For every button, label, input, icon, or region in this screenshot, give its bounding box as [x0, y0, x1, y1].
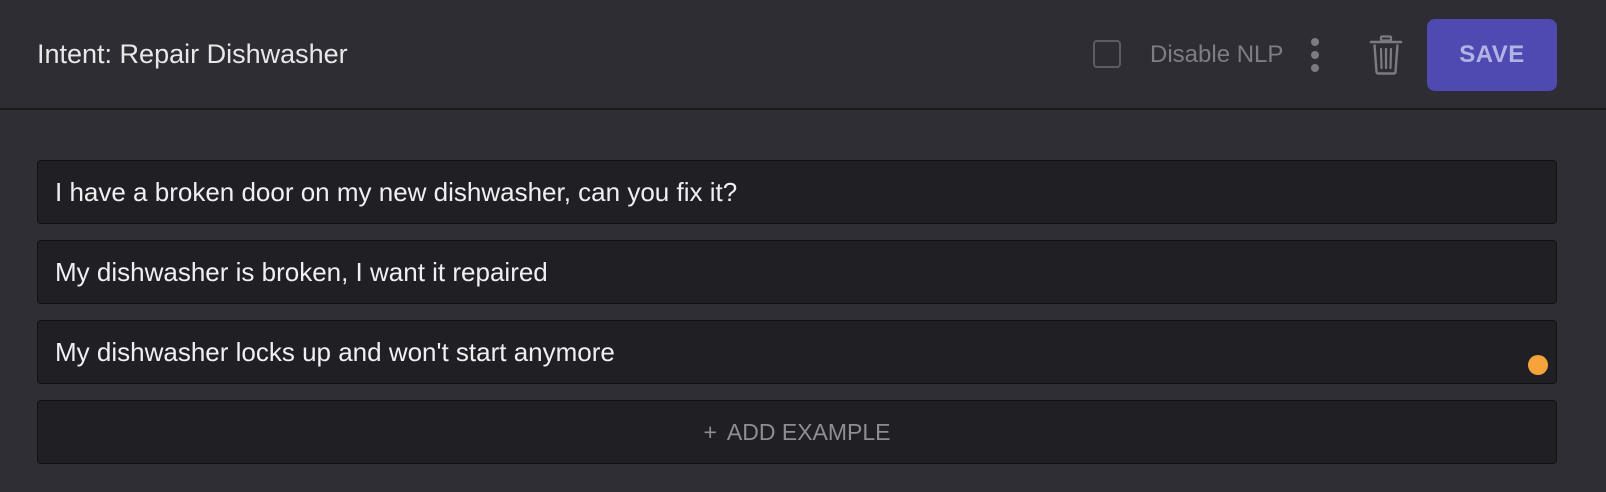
- vertical-ellipsis-icon: [1311, 38, 1319, 46]
- plus-icon: +: [703, 419, 717, 445]
- more-options-button[interactable]: [1300, 34, 1330, 76]
- intent-title: Intent: Repair Dishwasher: [37, 39, 348, 69]
- examples-list: I have a broken door on my new dishwashe…: [37, 160, 1557, 464]
- vertical-ellipsis-icon: [1311, 64, 1319, 72]
- example-item[interactable]: My dishwasher is broken, I want it repai…: [37, 240, 1557, 304]
- intent-header: Intent: Repair Dishwasher Disable NLP SA…: [0, 0, 1606, 110]
- save-button[interactable]: SAVE: [1427, 19, 1557, 91]
- disable-nlp-label[interactable]: Disable NLP: [1150, 40, 1283, 70]
- example-text[interactable]: My dishwasher is broken, I want it repai…: [55, 256, 548, 288]
- example-item[interactable]: I have a broken door on my new dishwashe…: [37, 160, 1557, 224]
- trash-icon: [1369, 35, 1403, 75]
- example-text[interactable]: I have a broken door on my new dishwashe…: [55, 176, 737, 208]
- unsaved-status-dot: [1528, 355, 1548, 375]
- vertical-ellipsis-icon: [1311, 51, 1319, 59]
- add-example-content: + ADD EXAMPLE: [703, 417, 890, 447]
- add-example-button[interactable]: + ADD EXAMPLE: [37, 400, 1557, 464]
- disable-nlp-checkbox[interactable]: [1093, 40, 1121, 68]
- delete-intent-button[interactable]: [1369, 35, 1403, 75]
- example-text[interactable]: My dishwasher locks up and won't start a…: [55, 336, 615, 368]
- add-example-label: ADD EXAMPLE: [726, 419, 891, 445]
- example-item[interactable]: My dishwasher locks up and won't start a…: [37, 320, 1557, 384]
